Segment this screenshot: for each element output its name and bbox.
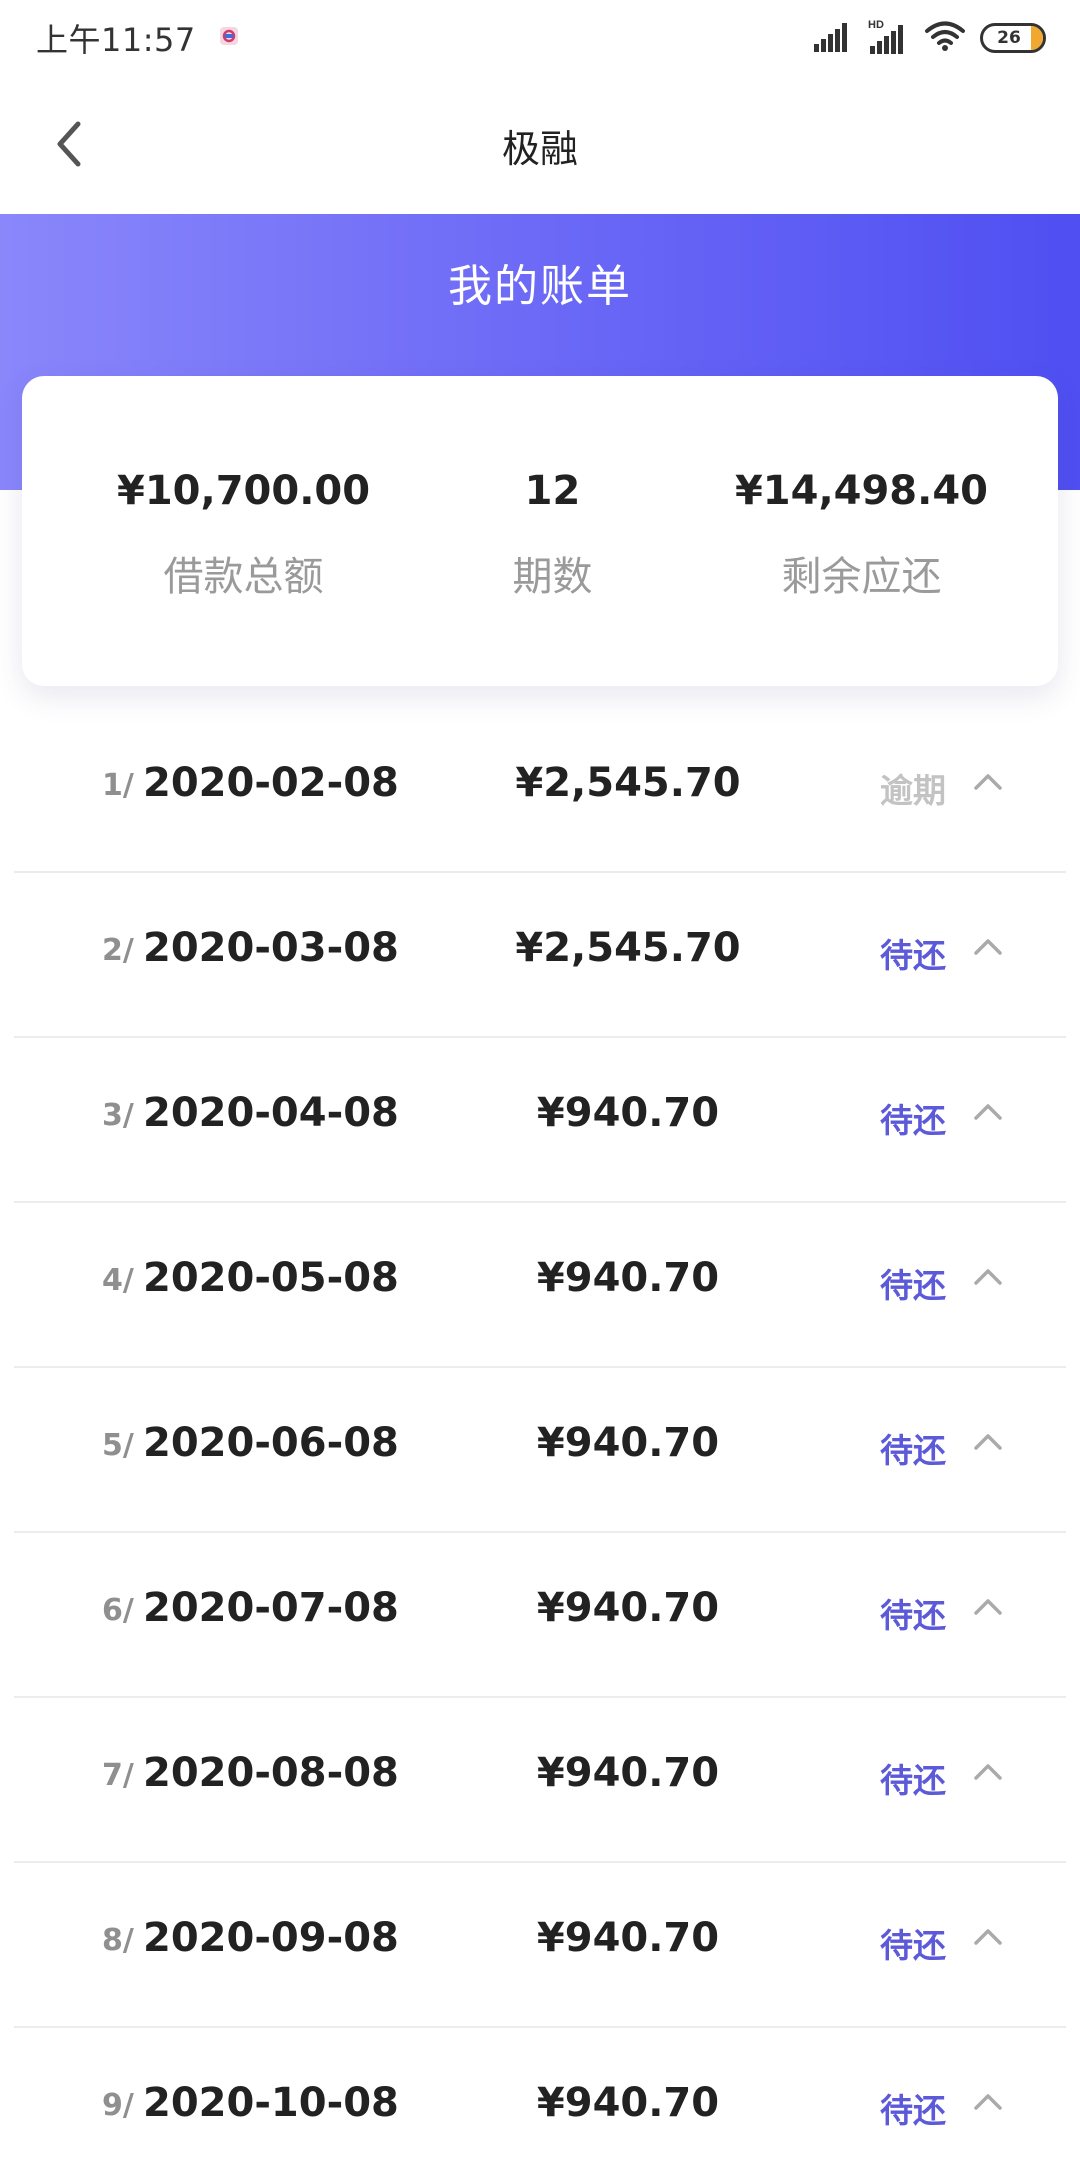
- installment-index: 2/: [102, 933, 134, 968]
- back-button[interactable]: [36, 112, 100, 176]
- installment-row[interactable]: 2/ 2020-03-08 ¥2,545.70 待还: [14, 873, 1066, 1038]
- chevron-up-icon[interactable]: [970, 766, 1006, 796]
- stat-remaining: ¥14,498.40 剩余应还: [735, 464, 988, 602]
- installment-index: 8/: [102, 1923, 134, 1958]
- hd-signal-icon: HD: [868, 18, 910, 58]
- installment-index: 3/: [102, 1098, 134, 1133]
- installment-amount: ¥940.70: [536, 1255, 720, 1301]
- chevron-up-icon[interactable]: [970, 1591, 1006, 1621]
- installment-amount: ¥940.70: [536, 1750, 720, 1796]
- installment-status: 待还: [880, 936, 946, 975]
- installment-amount: ¥2,545.70: [515, 760, 741, 806]
- installment-row[interactable]: 8/ 2020-09-08 ¥940.70 待还: [14, 1863, 1066, 2028]
- installment-status: 待还: [880, 2091, 946, 2130]
- chevron-up-icon[interactable]: [970, 2086, 1006, 2116]
- status-left: 上午11:57: [36, 15, 240, 61]
- installment-date: 2020-03-08: [143, 925, 399, 971]
- installment-index: 6/: [102, 1593, 134, 1628]
- stat-total-amount-value: ¥10,700.00: [117, 468, 371, 514]
- installment-status: 待还: [880, 1761, 946, 1800]
- chevron-up-icon[interactable]: [970, 931, 1006, 961]
- installment-date: 2020-06-08: [143, 1420, 399, 1466]
- installment-row[interactable]: 5/ 2020-06-08 ¥940.70 待还: [14, 1368, 1066, 1533]
- installment-date: 2020-04-08: [143, 1090, 399, 1136]
- installment-index: 5/: [102, 1428, 134, 1463]
- chevron-up-icon[interactable]: [970, 1426, 1006, 1456]
- installment-amount: ¥940.70: [536, 1420, 720, 1466]
- installment-status: 待还: [880, 1596, 946, 1635]
- installment-status: 待还: [880, 1431, 946, 1470]
- stat-periods-value: 12: [524, 468, 581, 514]
- summary-card: ¥10,700.00 借款总额 12 期数 ¥14,498.40 剩余应还: [22, 376, 1058, 686]
- battery-icon: 26: [980, 23, 1046, 53]
- installment-status: 待还: [880, 1266, 946, 1305]
- installment-row[interactable]: 4/ 2020-05-08 ¥940.70 待还: [14, 1203, 1066, 1368]
- stat-total-amount: ¥10,700.00 借款总额: [117, 464, 370, 602]
- installment-amount: ¥940.70: [536, 1915, 720, 1961]
- installment-row[interactable]: 9/ 2020-10-08 ¥940.70 待还: [14, 2028, 1066, 2160]
- status-time: 上午11:57: [36, 21, 196, 59]
- battery-level: [1031, 26, 1043, 50]
- installment-row[interactable]: 6/ 2020-07-08 ¥940.70 待还: [14, 1533, 1066, 1698]
- stat-periods: 12 期数: [513, 464, 593, 602]
- installment-amount: ¥2,545.70: [515, 925, 741, 971]
- installment-status: 待还: [880, 1926, 946, 1965]
- status-right: HD 26: [814, 18, 1046, 58]
- installment-date: 2020-09-08: [143, 1915, 399, 1961]
- app-header: 极融: [0, 76, 1080, 214]
- stat-periods-label: 期数: [512, 554, 593, 600]
- installment-index: 9/: [102, 2088, 134, 2123]
- installment-status: 逾期: [880, 771, 946, 810]
- status-bar: 上午11:57 HD 26: [0, 0, 1080, 76]
- installment-amount: ¥940.70: [536, 1585, 720, 1631]
- battery-percent: 26: [997, 28, 1021, 48]
- installment-date: 2020-05-08: [143, 1255, 399, 1301]
- installment-amount: ¥940.70: [536, 1090, 720, 1136]
- installment-index: 1/: [102, 768, 134, 803]
- installment-date: 2020-02-08: [143, 760, 399, 806]
- installment-date: 2020-08-08: [143, 1750, 399, 1796]
- chevron-up-icon[interactable]: [970, 1921, 1006, 1951]
- notification-app-icon: [218, 25, 240, 51]
- stat-remaining-label: 剩余应还: [781, 554, 942, 600]
- installment-row[interactable]: 1/ 2020-02-08 ¥2,545.70 逾期: [14, 708, 1066, 873]
- hero-title: 我的账单: [448, 261, 632, 312]
- installment-row[interactable]: 7/ 2020-08-08 ¥940.70 待还: [14, 1698, 1066, 1863]
- signal-icon: [814, 20, 854, 56]
- installment-date: 2020-10-08: [143, 2080, 399, 2126]
- stat-remaining-value: ¥14,498.40: [734, 468, 988, 514]
- chevron-left-icon: [57, 121, 81, 167]
- installment-status: 待还: [880, 1101, 946, 1140]
- chevron-up-icon[interactable]: [970, 1756, 1006, 1786]
- installment-date: 2020-07-08: [143, 1585, 399, 1631]
- chevron-up-icon[interactable]: [970, 1096, 1006, 1126]
- chevron-up-icon[interactable]: [970, 1261, 1006, 1291]
- installment-amount: ¥940.70: [536, 2080, 720, 2126]
- installment-row[interactable]: 3/ 2020-04-08 ¥940.70 待还: [14, 1038, 1066, 1203]
- stat-total-amount-label: 借款总额: [163, 554, 324, 600]
- wifi-icon: [924, 20, 966, 56]
- page-title: 极融: [501, 126, 578, 171]
- installment-list: 1/ 2020-02-08 ¥2,545.70 逾期 2/ 2020-03-08…: [14, 708, 1066, 2160]
- bill-page: 上午11:57 HD 26 极融 我的账单 ¥10,700.00 借款总额 12…: [0, 0, 1080, 2160]
- svg-text:HD: HD: [868, 19, 884, 31]
- installment-index: 7/: [102, 1758, 134, 1793]
- installment-index: 4/: [102, 1263, 134, 1298]
